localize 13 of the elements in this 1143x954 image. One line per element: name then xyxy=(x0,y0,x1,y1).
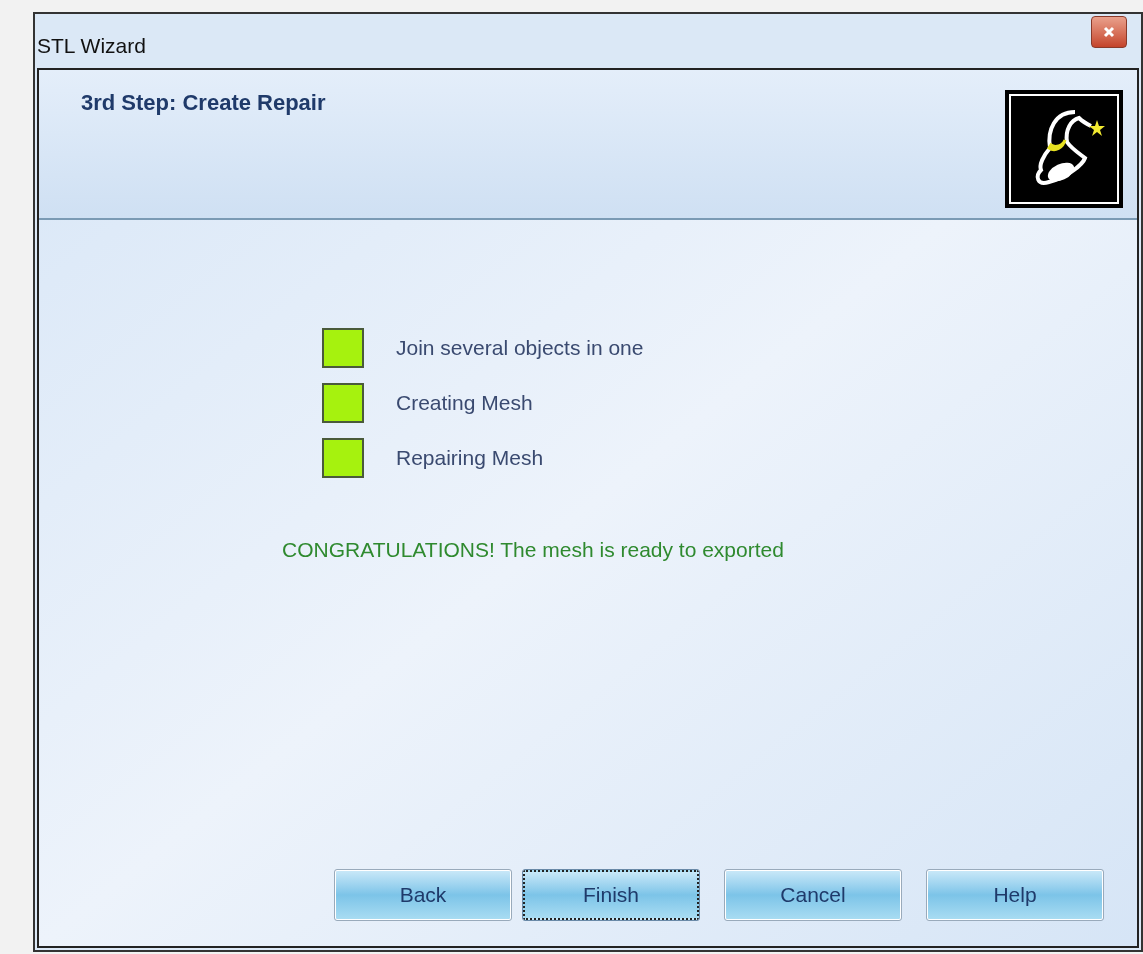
close-button[interactable] xyxy=(1091,16,1127,48)
wizard-button[interactable]: Finish xyxy=(523,870,699,920)
step-label: Join several objects in one xyxy=(396,335,644,362)
step-label: Creating Mesh xyxy=(396,390,533,417)
wizard-hat-icon xyxy=(1005,90,1123,208)
close-icon xyxy=(1103,26,1115,38)
wizard-button[interactable]: Back xyxy=(335,870,511,920)
step-label: Repairing Mesh xyxy=(396,445,544,472)
wizard-button[interactable]: Help xyxy=(927,870,1103,920)
window-title: STL Wizard xyxy=(37,33,146,59)
wizard-button[interactable]: Cancel xyxy=(725,870,901,920)
success-message: CONGRATULATIONS! The mesh is ready to exported xyxy=(282,537,784,563)
step-title: 3rd Step: Create Repair xyxy=(81,89,326,117)
